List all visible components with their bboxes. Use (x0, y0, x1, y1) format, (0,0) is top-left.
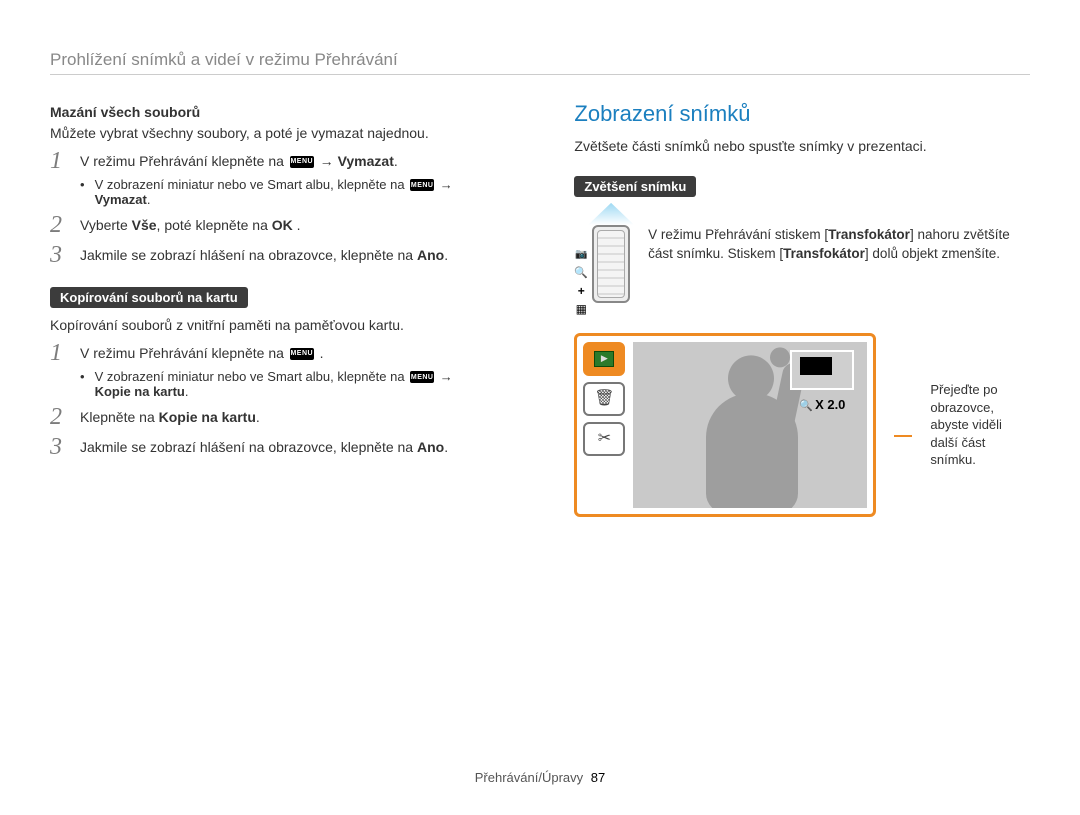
step-number-3: 3 (50, 243, 68, 267)
search-icon (574, 266, 588, 279)
left-column: Mazání všech souborů Můžete vybrat všech… (50, 101, 528, 770)
lcd-preview: 🗑 ✂ (574, 333, 876, 517)
menu-icon: MENU (410, 371, 434, 383)
lcd-caption: Přejeďte po obrazovce, abyste viděli dal… (930, 381, 1030, 469)
copy-step1-note: • V zobrazení miniatur nebo ve Smart alb… (80, 369, 528, 399)
delete-all-intro: Můžete vybrat všechny soubory, a poté je… (50, 124, 528, 143)
grid-icon (576, 303, 587, 315)
copy-intro: Kopírování souborů z vnitřní paměti na p… (50, 316, 528, 335)
delete-step1-note: • V zobrazení miniatur nebo ve Smart alb… (80, 177, 528, 207)
zoom-instruction: V režimu Přehrávání stiskem [Transfokáto… (648, 225, 1030, 264)
up-arrow-icon (588, 203, 634, 225)
menu-icon: MENU (290, 156, 314, 168)
menu-icon: MENU (410, 179, 434, 191)
copy-heading-pill: Kopírování souborů na kartu (50, 287, 248, 308)
zoom-heading-pill: Zvětšení snímku (574, 176, 696, 197)
zoom-control-illustration (574, 225, 630, 315)
step-number-3: 3 (50, 435, 68, 459)
camera-icon (575, 247, 587, 260)
copy-step1: V režimu Přehrávání klepněte na MENU . (80, 343, 528, 363)
magnifier-icon (799, 396, 813, 413)
trash-icon: 🗑 (583, 382, 625, 416)
right-title: Zobrazení snímků (574, 101, 1030, 127)
copy-step3: Jakmile se zobrazí hlášení na obrazovce,… (80, 437, 528, 457)
zoom-level: X 2.0 (799, 396, 845, 413)
step-number-1: 1 (50, 149, 68, 173)
delete-step3: Jakmile se zobrazí hlášení na obrazovce,… (80, 245, 528, 265)
section-title: Prohlížení snímků a videí v režimu Přehr… (50, 50, 1030, 75)
right-intro: Zvětšete části snímků nebo spusťte snímk… (574, 137, 1030, 156)
step-number-1: 1 (50, 341, 68, 365)
page-footer: Přehrávání/Úpravy 87 (50, 770, 1030, 785)
right-column: Zobrazení snímků Zvětšete části snímků n… (574, 101, 1030, 770)
zoom-dial-icon (592, 225, 630, 303)
menu-icon: MENU (290, 348, 314, 360)
delete-all-heading: Mazání všech souborů (50, 103, 528, 122)
plus-icon (578, 285, 585, 297)
delete-step2: Vyberte Vše, poté klepněte na OK . (80, 215, 528, 235)
ok-icon: OK (272, 217, 293, 233)
scissors-icon: ✂ (583, 422, 625, 456)
step-number-2: 2 (50, 213, 68, 237)
copy-step2: Klepněte na Kopie na kartu. (80, 407, 528, 427)
thumbnail-frame-icon (790, 350, 854, 390)
callout-line (894, 435, 912, 437)
step-number-2: 2 (50, 405, 68, 429)
play-icon (583, 342, 625, 376)
delete-step1: V režimu Přehrávání klepněte na MENU → V… (80, 151, 528, 171)
